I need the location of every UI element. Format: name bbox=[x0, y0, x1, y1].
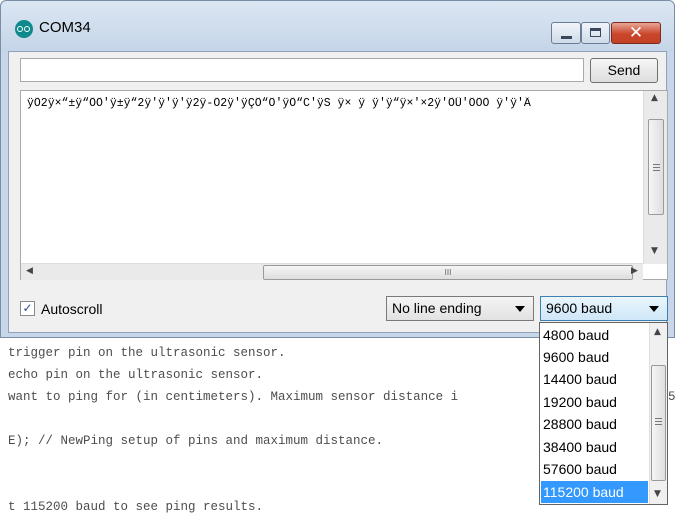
scroll-right-icon[interactable]: ▶ bbox=[631, 266, 638, 276]
grip-icon bbox=[655, 418, 662, 419]
close-button[interactable]: ✕ bbox=[611, 22, 661, 44]
checkmark-icon: ✓ bbox=[22, 301, 33, 315]
grip-icon bbox=[653, 167, 660, 168]
line-ending-value: No line ending bbox=[392, 300, 482, 316]
grip-icon bbox=[655, 421, 662, 422]
baud-option[interactable]: 57600 baud bbox=[541, 458, 648, 480]
output-horizontal-scrollbar[interactable]: ◀ III ▶ bbox=[21, 263, 643, 280]
scroll-up-icon[interactable]: ▲ bbox=[654, 327, 661, 337]
horizontal-scroll-thumb[interactable]: III bbox=[263, 265, 633, 280]
serial-output[interactable]: ÿÕ2ÿ×“±ÿ“ÕÕ'ÿ±ÿ“2ÿ'ÿ'ÿ'ÿ2ÿ-Õ2ÿ'ÿÇÕ“Ô'ÿÕ“… bbox=[20, 90, 668, 280]
minimize-button[interactable] bbox=[551, 22, 581, 44]
baud-rate-select[interactable]: 9600 baud bbox=[540, 296, 668, 321]
dropdown-scroll-thumb[interactable] bbox=[651, 365, 666, 481]
baud-rate-value: 9600 baud bbox=[546, 300, 613, 316]
autoscroll-checkbox[interactable]: ✓ bbox=[20, 301, 35, 316]
minimize-icon bbox=[561, 36, 572, 39]
autoscroll-label: Autoscroll bbox=[41, 301, 103, 317]
code-overflow-fragment: 5 bbox=[668, 390, 675, 404]
grip-icon bbox=[653, 164, 660, 165]
code-line: trigger pin on the ultrasonic sensor. bbox=[8, 346, 286, 360]
dropdown-scrollbar[interactable]: ▲ ▼ bbox=[649, 323, 667, 504]
scroll-down-icon[interactable]: ▼ bbox=[651, 246, 658, 256]
send-button[interactable]: Send bbox=[590, 58, 658, 83]
grip-icon bbox=[655, 424, 662, 425]
close-icon: ✕ bbox=[628, 23, 644, 43]
output-vertical-scrollbar[interactable]: ▲ ▼ bbox=[643, 91, 667, 264]
code-line: t 115200 baud to see ping results. bbox=[8, 500, 264, 514]
send-input[interactable] bbox=[20, 58, 584, 82]
baud-option[interactable]: 19200 baud bbox=[541, 391, 648, 413]
scroll-up-icon[interactable]: ▲ bbox=[651, 93, 658, 103]
baud-option[interactable]: 14400 baud bbox=[541, 368, 648, 390]
vertical-scroll-thumb[interactable] bbox=[648, 119, 664, 215]
baud-option[interactable]: 4800 baud bbox=[541, 324, 648, 346]
scroll-left-icon[interactable]: ◀ bbox=[26, 266, 33, 276]
baud-option[interactable]: 28800 baud bbox=[541, 413, 648, 435]
maximize-icon bbox=[590, 28, 601, 37]
scroll-down-icon[interactable]: ▼ bbox=[654, 489, 661, 499]
chevron-down-icon bbox=[649, 306, 659, 312]
baud-option[interactable]: 38400 baud bbox=[541, 436, 648, 458]
baud-option-selected[interactable]: 115200 baud bbox=[541, 481, 648, 503]
code-line: echo pin on the ultrasonic sensor. bbox=[8, 368, 264, 382]
code-line: want to ping for (in centimeters). Maxim… bbox=[8, 390, 459, 404]
baud-rate-dropdown-list: 4800 baud 9600 baud 14400 baud 19200 bau… bbox=[539, 322, 668, 505]
chevron-down-icon bbox=[515, 306, 525, 312]
serial-output-text: ÿÕ2ÿ×“±ÿ“ÕÕ'ÿ±ÿ“2ÿ'ÿ'ÿ'ÿ2ÿ-Õ2ÿ'ÿÇÕ“Ô'ÿÕ“… bbox=[27, 97, 531, 110]
title-bar[interactable]: COM34 ✕ bbox=[1, 1, 674, 51]
maximize-button[interactable] bbox=[581, 22, 610, 44]
code-line: E); // NewPing setup of pins and maximum… bbox=[8, 434, 384, 448]
line-ending-select[interactable]: No line ending bbox=[386, 296, 534, 321]
baud-option[interactable]: 9600 baud bbox=[541, 346, 648, 368]
grip-icon bbox=[653, 170, 660, 171]
arduino-logo-icon bbox=[15, 20, 33, 38]
window-title: COM34 bbox=[39, 19, 91, 36]
